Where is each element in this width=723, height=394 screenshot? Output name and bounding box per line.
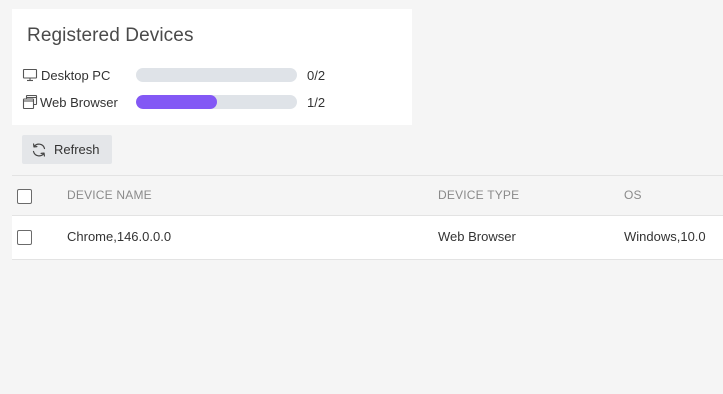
limit-label: Web Browser [40, 94, 118, 110]
limit-row-web-browser: Web Browser 1/2 [22, 92, 402, 112]
refresh-button[interactable]: Refresh [22, 135, 112, 164]
column-header-os[interactable]: OS [624, 188, 642, 202]
os-cell: Windows,10.0 [624, 229, 706, 244]
limit-count: 1/2 [307, 94, 326, 110]
device-limits-card: Registered Devices Desktop PC 0/2 Web Br… [12, 9, 412, 125]
progress-bar-fill [136, 95, 217, 109]
card-title: Registered Devices [27, 25, 194, 46]
progress-bar [136, 68, 297, 82]
row-checkbox[interactable] [17, 230, 32, 245]
progress-bar [136, 95, 297, 109]
table-header: DEVICE NAME DEVICE TYPE OS [12, 175, 723, 216]
column-header-device-name[interactable]: DEVICE NAME [67, 188, 152, 202]
limit-row-desktop-pc: Desktop PC 0/2 [22, 65, 402, 85]
refresh-label: Refresh [54, 142, 100, 157]
refresh-icon [31, 142, 47, 158]
device-type-cell: Web Browser [438, 229, 516, 244]
table-row[interactable]: Chrome,146.0.0.0 Web Browser Windows,10.… [12, 216, 723, 260]
device-name-cell: Chrome,146.0.0.0 [67, 229, 172, 244]
column-header-device-type[interactable]: DEVICE TYPE [438, 188, 519, 202]
devices-table: DEVICE NAME DEVICE TYPE OS Chrome,146.0.… [12, 175, 723, 260]
limit-count: 0/2 [307, 67, 326, 83]
browser-windows-icon [22, 94, 38, 110]
select-all-checkbox[interactable] [17, 189, 32, 204]
monitor-icon [22, 67, 38, 83]
limit-label: Desktop PC [41, 67, 111, 83]
